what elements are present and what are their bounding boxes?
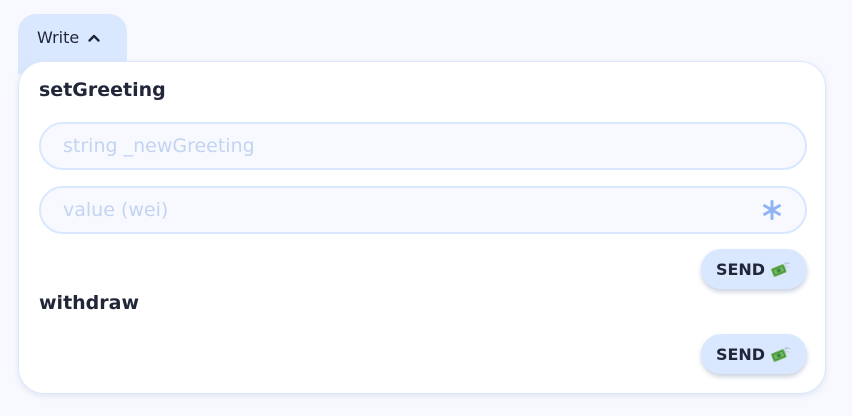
- asterisk-icon[interactable]: [761, 199, 783, 221]
- write-functions-card: setGreeting SEND: [18, 61, 826, 394]
- send-button-label: SEND: [715, 259, 766, 279]
- write-tab-label: Write: [37, 28, 80, 47]
- send-button-setgreeting[interactable]: SEND: [701, 249, 807, 289]
- send-button-withdraw[interactable]: SEND: [701, 334, 807, 374]
- chevron-up-icon: [87, 31, 101, 45]
- money-with-wings-icon: [770, 260, 792, 278]
- new-greeting-field: [39, 122, 807, 170]
- function-name-withdraw: withdraw: [39, 292, 140, 314]
- value-wei-field: [39, 186, 807, 234]
- function-name-setgreeting: setGreeting: [39, 79, 166, 101]
- send-button-label: SEND: [715, 344, 766, 364]
- new-greeting-input[interactable]: [41, 124, 721, 168]
- money-with-wings-icon: [770, 345, 792, 363]
- value-wei-input[interactable]: [41, 188, 721, 232]
